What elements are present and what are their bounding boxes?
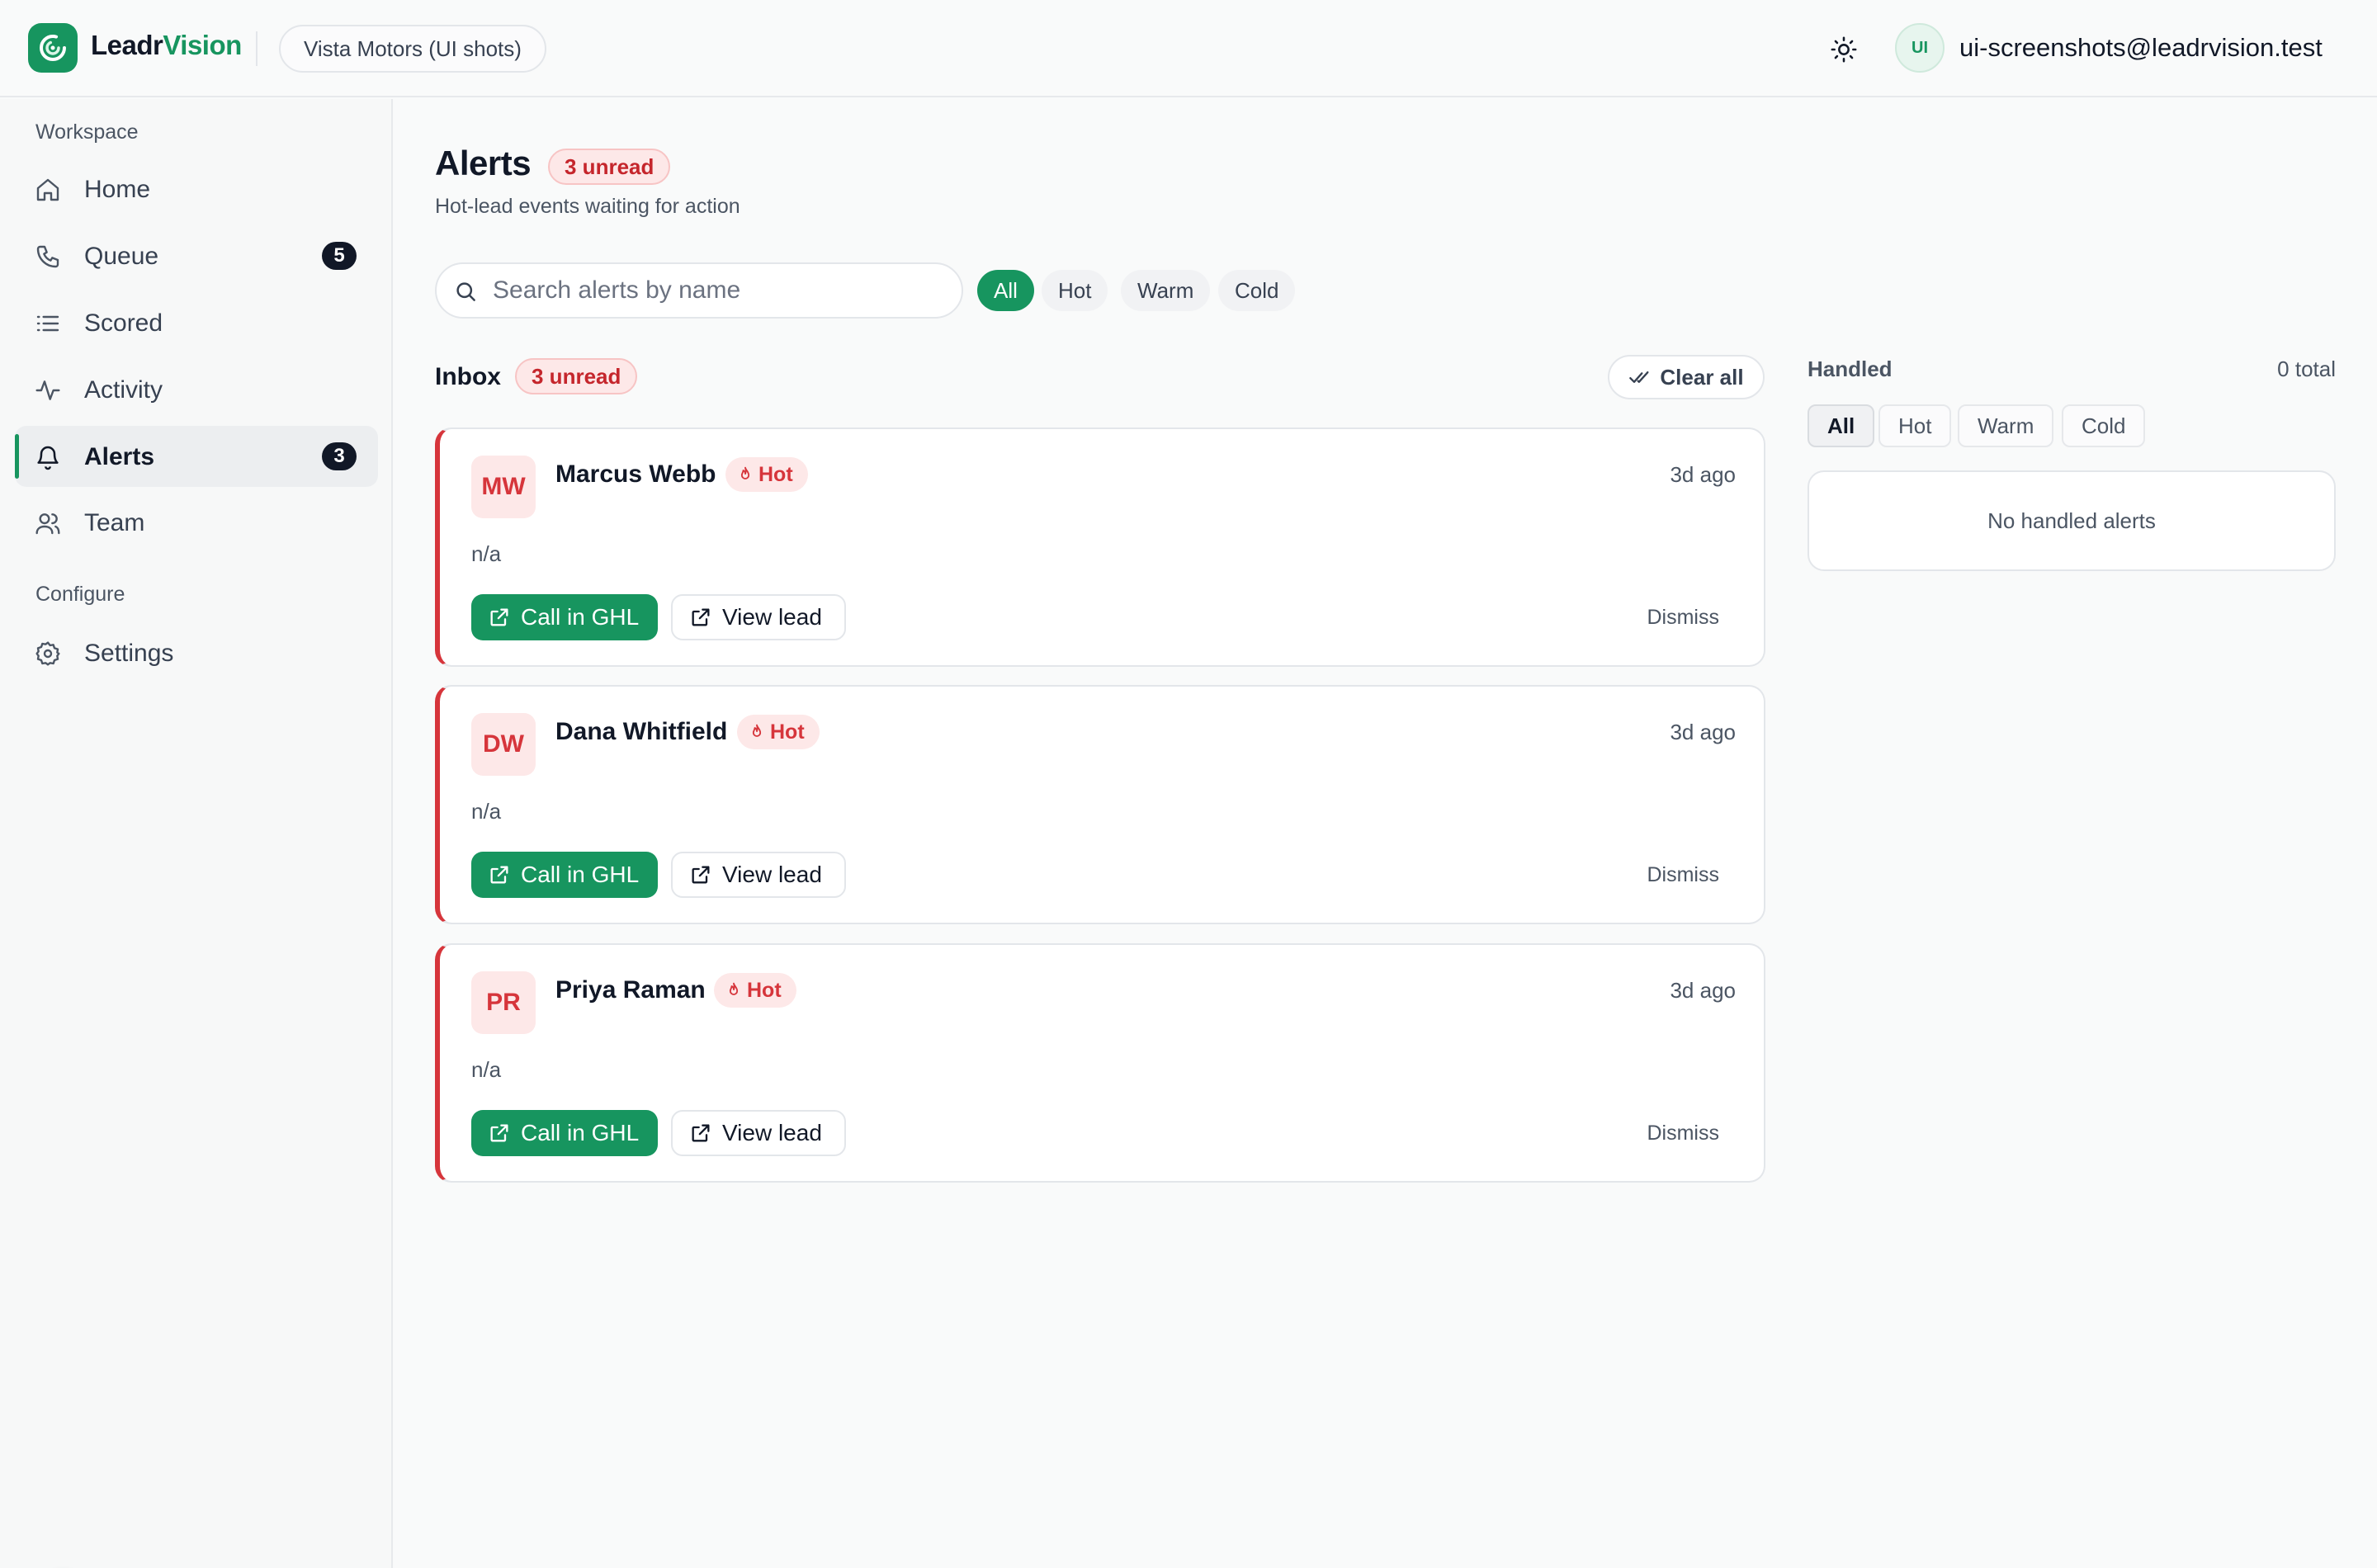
handled-filter-warm[interactable]: Warm <box>1958 404 2054 447</box>
call-in-ghl-button[interactable]: Call in GHL <box>471 852 658 898</box>
alert-time: 3d ago <box>1670 462 1736 487</box>
external-link-icon <box>490 608 508 626</box>
sidebar-item-activity[interactable]: Activity <box>15 359 378 420</box>
alert-card[interactable]: PR Priya Raman Hot 3d ago n/a Call in GH… <box>435 943 1765 1183</box>
bell-icon <box>35 444 61 470</box>
flame-icon <box>729 982 739 995</box>
filter-cold[interactable]: Cold <box>1218 270 1296 311</box>
lead-name[interactable]: Dana Whitfield <box>555 718 727 746</box>
hot-badge: Hot <box>714 973 796 1008</box>
alert-summary: n/a <box>471 541 502 566</box>
list-icon <box>35 310 61 337</box>
clear-all-button[interactable]: Clear all <box>1608 355 1765 399</box>
filter-warm[interactable]: Warm <box>1121 270 1211 311</box>
sidebar-item-home[interactable]: Home <box>15 158 378 220</box>
logo-icon[interactable] <box>28 23 78 73</box>
users-icon <box>35 510 61 536</box>
user-email[interactable]: ui-screenshots@leadrvision.test <box>1959 33 2323 63</box>
activity-icon <box>35 377 61 404</box>
external-link-icon <box>490 866 508 884</box>
alert-time: 3d ago <box>1670 720 1736 744</box>
workspace-switcher[interactable]: Vista Motors (UI shots) <box>279 25 546 73</box>
handled-title: Handled <box>1808 357 1893 381</box>
page-title: Alerts <box>435 144 532 182</box>
phone-icon <box>35 243 61 270</box>
lead-avatar: PR <box>471 971 536 1034</box>
alerts-count-badge: 3 <box>322 442 357 470</box>
page-subtitle: Hot-lead events waiting for action <box>435 195 740 218</box>
top-bar: LeadrVision Vista Motors (UI shots) UI u… <box>0 0 2377 97</box>
sidebar-item-queue[interactable]: Queue 5 <box>15 225 378 286</box>
sidebar: Workspace Home Queue 5 Scored Activity A… <box>0 99 393 1568</box>
hot-badge: Hot <box>737 715 820 749</box>
handled-filter-cold[interactable]: Cold <box>2062 404 2146 447</box>
view-lead-button[interactable]: View lead <box>671 594 846 640</box>
lead-name[interactable]: Priya Raman <box>555 976 706 1004</box>
call-in-ghl-button[interactable]: Call in GHL <box>471 1110 658 1156</box>
queue-count-badge: 5 <box>322 242 357 270</box>
alert-time: 3d ago <box>1670 978 1736 1003</box>
external-link-icon <box>490 1124 508 1142</box>
external-link-icon <box>692 866 710 884</box>
flame-icon <box>752 724 762 737</box>
brand-divider <box>256 31 258 66</box>
flame-icon <box>740 466 750 479</box>
lead-avatar: DW <box>471 713 536 776</box>
external-link-icon <box>692 608 710 626</box>
dismiss-button[interactable]: Dismiss <box>1647 606 1720 630</box>
filter-hot[interactable]: Hot <box>1042 270 1108 311</box>
filter-all[interactable]: All <box>977 270 1034 311</box>
search-input[interactable] <box>493 272 947 309</box>
dismiss-button[interactable]: Dismiss <box>1647 863 1720 887</box>
section-label-workspace: Workspace <box>35 120 139 144</box>
alert-summary: n/a <box>471 1057 502 1082</box>
inbox-unread-badge: 3 unread <box>515 358 638 394</box>
sidebar-item-settings[interactable]: Settings <box>15 622 378 683</box>
alert-card[interactable]: DW Dana Whitfield Hot 3d ago n/a Call in… <box>435 685 1765 924</box>
sidebar-item-alerts[interactable]: Alerts 3 <box>15 426 378 487</box>
handled-total: 0 total <box>2277 357 2336 381</box>
call-in-ghl-button[interactable]: Call in GHL <box>471 594 658 640</box>
view-lead-button[interactable]: View lead <box>671 852 846 898</box>
search-icon <box>453 279 478 304</box>
brand-name[interactable]: LeadrVision <box>91 30 242 61</box>
section-label-configure: Configure <box>35 583 125 606</box>
handled-filter-all[interactable]: All <box>1808 404 1875 447</box>
sidebar-item-team[interactable]: Team <box>15 492 378 553</box>
avatar[interactable]: UI <box>1895 23 1945 73</box>
sidebar-item-scored[interactable]: Scored <box>15 292 378 353</box>
external-link-icon <box>692 1124 710 1142</box>
lead-avatar: MW <box>471 456 536 518</box>
alert-summary: n/a <box>471 799 502 824</box>
page-unread-badge: 3 unread <box>548 149 671 185</box>
home-icon <box>35 177 61 203</box>
gear-icon <box>35 640 61 667</box>
handled-filter-hot[interactable]: Hot <box>1878 404 1952 447</box>
lead-name[interactable]: Marcus Webb <box>555 460 716 489</box>
dismiss-button[interactable]: Dismiss <box>1647 1122 1720 1145</box>
alert-card[interactable]: MW Marcus Webb Hot 3d ago n/a Call in GH… <box>435 427 1765 667</box>
handled-empty-state: No handled alerts <box>1808 470 2336 571</box>
hot-badge: Hot <box>725 457 808 492</box>
inbox-title: Inbox <box>435 363 501 390</box>
search-bar[interactable] <box>435 262 963 319</box>
double-check-icon <box>1629 371 1649 383</box>
theme-toggle-sun-icon[interactable] <box>1826 31 1862 68</box>
view-lead-button[interactable]: View lead <box>671 1110 846 1156</box>
